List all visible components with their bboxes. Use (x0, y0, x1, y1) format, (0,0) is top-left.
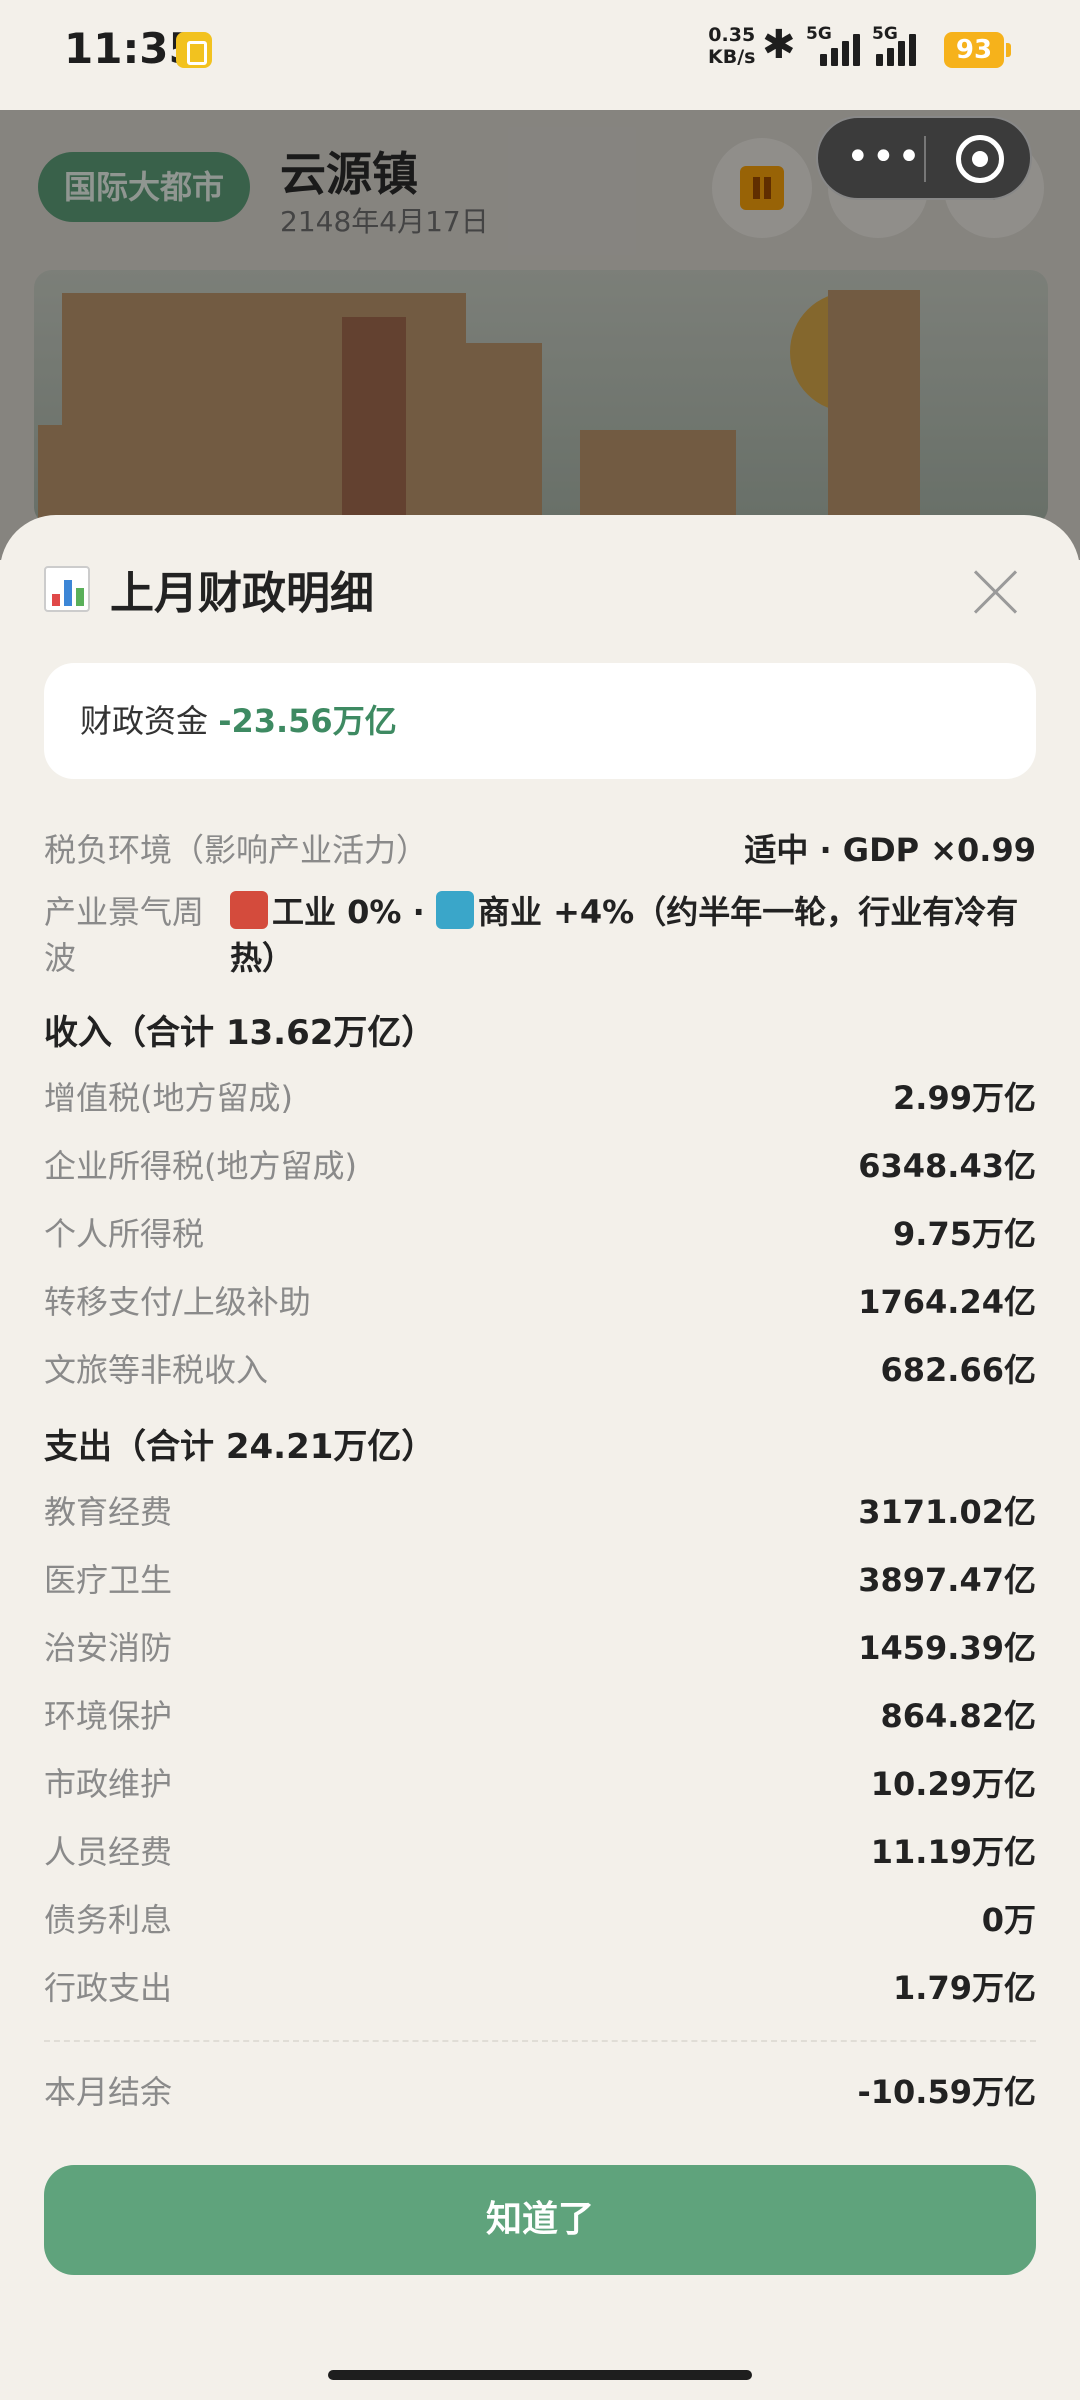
tax-environment-label: 税负环境（影响产业活力） (44, 831, 429, 869)
close-miniprogram-icon[interactable] (956, 135, 1004, 183)
industry-cycle-label: 产业景气周波 (44, 893, 205, 977)
factory-icon (230, 891, 268, 929)
signal-icon-sim1: 5G (806, 24, 870, 68)
network-speed-value: 0.35 (708, 24, 756, 46)
finance-detail-sheet: 上月财政明细 财政资金 -23.56万亿 税负环境（影响产业活力） 适中 · G… (0, 515, 1080, 2355)
tax-environment-value: 适中 · GDP ×0.99 (744, 831, 1036, 869)
balance-value: -10.59万亿 (857, 2073, 1036, 2111)
network-speed: 0.35 KB/s (708, 24, 755, 68)
confirm-button[interactable]: 知道了 (44, 2165, 1036, 2275)
battery-indicator: 93 (944, 32, 1011, 68)
fund-label: 财政资金 (80, 702, 209, 740)
sheet-title: 上月财政明细 (44, 557, 374, 621)
fund-value: -23.56万亿 (218, 702, 397, 740)
shopping-bag-icon (435, 891, 474, 929)
divider (44, 2040, 1036, 2042)
industry-cycle-value: 工业 0% · 商业 +4%（约半年一轮，行业有冷有热） (230, 891, 1019, 977)
bluetooth-icon: ✱ (762, 22, 796, 68)
sim2-label: 5G (872, 24, 898, 44)
sim1-label: 5G (806, 24, 832, 44)
expense-header: 支出（合计 24.21万亿） (44, 1427, 436, 1467)
more-icon[interactable]: ••• (846, 134, 923, 180)
miniprogram-capsule: ••• (816, 116, 1032, 200)
balance-label: 本月结余 (44, 2073, 173, 2111)
sheet-title-text: 上月财政明细 (110, 568, 374, 619)
home-indicator[interactable] (328, 2370, 752, 2380)
fund-card: 财政资金 -23.56万亿 (44, 663, 1036, 779)
close-icon[interactable] (970, 567, 1020, 617)
network-speed-unit: KB/s (708, 46, 756, 68)
app-notification-icon (176, 32, 212, 68)
signal-icon-sim2: 5G (872, 24, 936, 68)
bar-chart-icon (44, 566, 90, 612)
income-header: 收入（合计 13.62万亿） (44, 1013, 436, 1053)
status-bar: 11:35 0.35 KB/s ✱ 5G 5G 93 (0, 0, 1080, 110)
